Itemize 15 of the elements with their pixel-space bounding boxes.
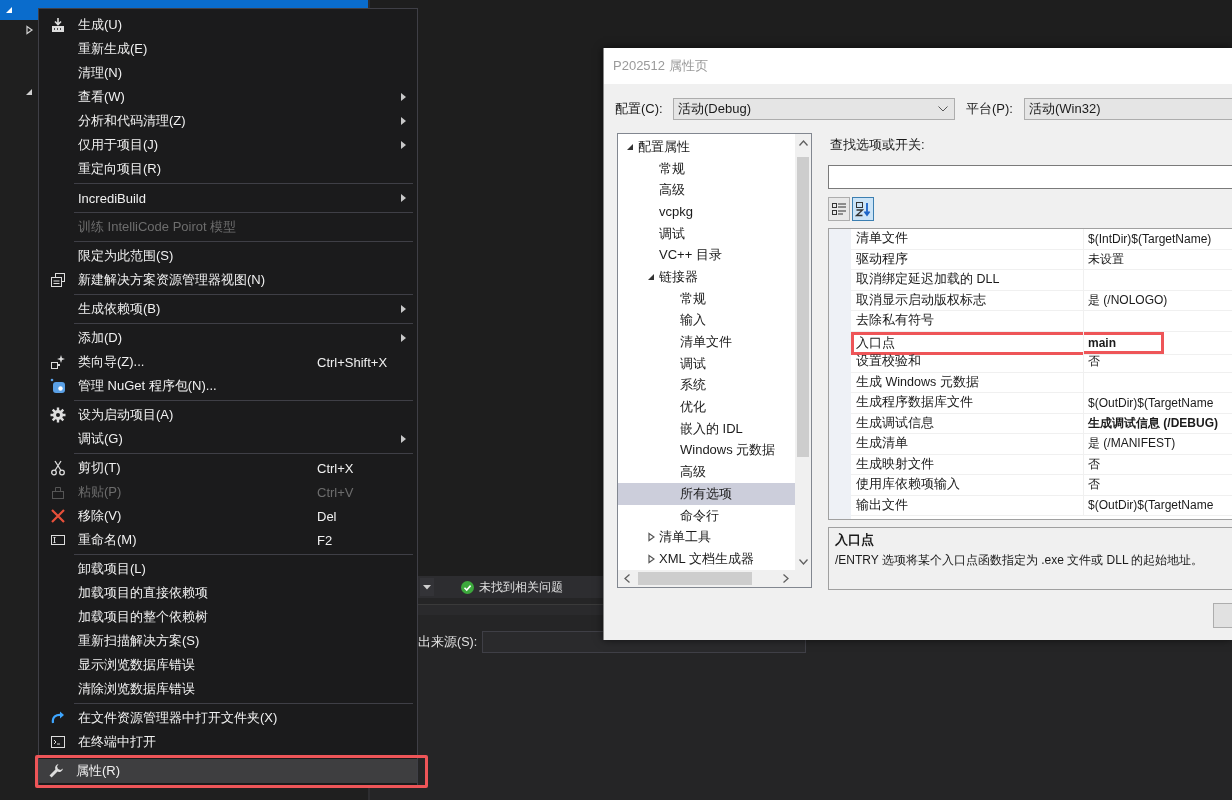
dropdown-value: 活动(Debug) [678,100,751,118]
field-label: 配置(C): [615,100,664,118]
field-label: 出来源(S): [418,633,479,651]
field-label: 查找选项或开关: [829,136,926,154]
description-text: /ENTRY 选项将某个入口点函数指定为 .exe 文件或 DLL 的起始地址。 [835,552,1205,569]
dropdown-value: 活动(Win32) [1029,100,1101,118]
shortcut-text: Ctrl+Shift+X [317,354,388,370]
shortcut-text: Ctrl+X [317,460,354,476]
field-label: 平台(P): [966,100,1014,118]
description-title: 入口点 [835,532,875,549]
status-text: 未找到相关问题 [479,578,563,596]
shortcut-text: F2 [317,532,333,548]
shortcut-text: Ctrl+V [317,484,354,500]
shortcut-text: Del [317,508,337,524]
window-title: P202512 属性页 [613,57,708,75]
